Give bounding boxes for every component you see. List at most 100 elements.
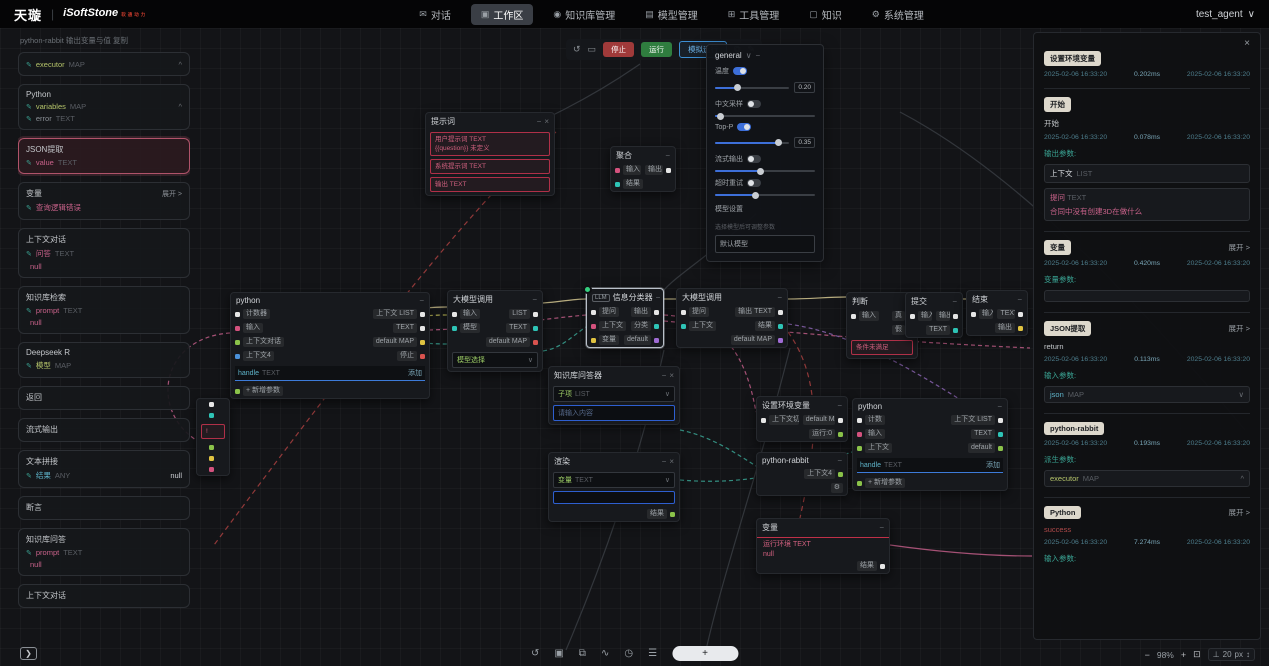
- variable-card-知识库检索[interactable]: 知识库检索✎promptTEXT null: [18, 286, 190, 334]
- node-text-input[interactable]: 请输入内容: [553, 405, 675, 421]
- port-in-dot[interactable]: [452, 326, 457, 331]
- nav-item-系统管理[interactable]: ⚙系统管理: [862, 4, 934, 25]
- nav-item-工作区[interactable]: ▣工作区: [471, 4, 534, 25]
- port-out-dot[interactable]: [666, 168, 671, 173]
- edit-icon[interactable]: ✎: [26, 472, 32, 480]
- toggle-switch[interactable]: [733, 67, 747, 75]
- port-out-dot[interactable]: [778, 310, 783, 315]
- port-in-dot[interactable]: [971, 312, 976, 317]
- close-icon[interactable]: ×: [1244, 38, 1250, 49]
- node-select[interactable]: 模型选择∨: [452, 352, 538, 368]
- node-variable[interactable]: 变量−运行环境 TEXTnull结果: [756, 518, 890, 574]
- port-out-dot[interactable]: [998, 446, 1003, 451]
- node-render[interactable]: 渲染−×变量TEXT∨结果: [548, 452, 680, 522]
- card-expand-link[interactable]: 展开 >: [162, 189, 182, 199]
- close-icon[interactable]: ×: [544, 118, 549, 126]
- port-in-dot[interactable]: [681, 310, 686, 315]
- port-out-dot[interactable]: [880, 564, 885, 569]
- node-aggregate[interactable]: 聚合−输入输出结果: [610, 146, 676, 192]
- edit-icon[interactable]: ✎: [26, 61, 32, 69]
- expand-link[interactable]: 展开 >: [1229, 323, 1250, 334]
- slider[interactable]: [715, 115, 815, 117]
- port-in-dot[interactable]: [851, 314, 856, 319]
- expand-link[interactable]: 展开 >: [1229, 242, 1250, 253]
- user-menu[interactable]: test_agent ∨: [1196, 9, 1255, 20]
- port-out-dot[interactable]: [838, 418, 843, 423]
- 停止-button[interactable]: 停止: [603, 42, 634, 57]
- port-out-dot[interactable]: [654, 338, 659, 343]
- minimize-icon[interactable]: −: [665, 152, 670, 160]
- variable-card-JSON提取[interactable]: JSON提取✎valueTEXT: [18, 138, 190, 174]
- port-out-dot[interactable]: [998, 432, 1003, 437]
- port-out-dot[interactable]: [998, 418, 1003, 423]
- nav-item-知识[interactable]: ▢知识: [799, 4, 852, 25]
- nav-item-对话[interactable]: ✉对话: [409, 4, 461, 25]
- variable-card-变量[interactable]: 变量展开 >✎查询逻辑错误: [18, 182, 190, 220]
- minimize-icon[interactable]: −: [837, 402, 842, 410]
- minimize-icon[interactable]: −: [419, 297, 424, 305]
- variable-card-返回[interactable]: 返回: [18, 386, 190, 410]
- port-in-dot[interactable]: [857, 432, 862, 437]
- layout-icon[interactable]: ▭: [588, 44, 597, 55]
- minimize-icon[interactable]: −: [777, 294, 782, 302]
- port-in-dot[interactable]: [591, 338, 596, 343]
- toggle-switch[interactable]: [747, 155, 761, 163]
- toggle-switch[interactable]: [747, 100, 761, 108]
- port-in-dot[interactable]: [591, 310, 596, 315]
- minimize-icon[interactable]: −: [756, 51, 761, 60]
- port-in-dot[interactable]: [209, 402, 214, 407]
- zoom-out-button[interactable]: −: [1145, 650, 1150, 660]
- edit-icon[interactable]: ✎: [26, 115, 32, 123]
- port-in-dot[interactable]: [591, 324, 596, 329]
- port-in-dot[interactable]: [452, 312, 457, 317]
- port-in-dot[interactable]: [910, 314, 915, 319]
- port-out-dot[interactable]: [838, 472, 843, 477]
- refresh-icon[interactable]: ↺: [573, 44, 581, 55]
- node-param-input[interactable]: handleTEXT添加: [857, 458, 1003, 473]
- close-icon[interactable]: ×: [669, 458, 674, 466]
- slider-knob[interactable]: [775, 139, 782, 146]
- flow-icon[interactable]: ∿: [601, 648, 609, 659]
- list-icon[interactable]: ☰: [648, 648, 657, 659]
- grid-size-stepper[interactable]: ⊥ 20 px ↕: [1208, 648, 1255, 661]
- node-select[interactable]: 变量TEXT∨: [553, 472, 675, 488]
- expand-link[interactable]: 展开 >: [1229, 507, 1250, 518]
- fit-view-button[interactable]: ⊡: [1193, 649, 1201, 660]
- stepper-arrows-icon[interactable]: ↕: [1246, 650, 1250, 659]
- edit-icon[interactable]: ✎: [26, 204, 32, 212]
- port-out-dot[interactable]: [420, 312, 425, 317]
- port-out-dot[interactable]: [778, 338, 783, 343]
- edit-icon[interactable]: ✎: [26, 159, 32, 167]
- port-out-dot[interactable]: [1018, 326, 1023, 331]
- variable-card[interactable]: ✎executorMAP^: [18, 52, 190, 76]
- port-out-dot[interactable]: [953, 314, 958, 319]
- node-classifier[interactable]: LLM信息分类器−提问输出上下文分类变量default: [586, 288, 664, 348]
- minimize-icon[interactable]: −: [837, 457, 842, 465]
- port-in-dot[interactable]: [681, 324, 686, 329]
- node-stack[interactable]: !: [196, 398, 230, 476]
- variable-card-Python[interactable]: Python✎variablesMAP^✎errorTEXT: [18, 84, 190, 130]
- port-out-dot[interactable]: [1018, 312, 1023, 317]
- slider[interactable]: [715, 87, 789, 89]
- edit-icon[interactable]: ✎: [26, 103, 32, 111]
- minimize-icon[interactable]: −: [537, 118, 542, 126]
- 运行-button[interactable]: 运行: [641, 42, 672, 57]
- minimize-icon[interactable]: −: [662, 372, 667, 380]
- slider[interactable]: [715, 194, 815, 196]
- slider-knob[interactable]: [757, 168, 764, 175]
- port-out-dot[interactable]: [533, 326, 538, 331]
- edit-icon[interactable]: ✎: [26, 250, 32, 258]
- edit-icon[interactable]: ✎: [26, 549, 32, 557]
- node-select[interactable]: 子项LIST∨: [553, 386, 675, 402]
- node-kb-qa[interactable]: 知识库问答器−×子项LIST∨请输入内容: [548, 366, 680, 425]
- node-python-1[interactable]: python−计数器上下文 LIST输入TEXT上下文对话default MAP…: [230, 292, 430, 399]
- toggle-switch[interactable]: [747, 179, 761, 187]
- nav-item-模型管理[interactable]: ▤模型管理: [635, 4, 708, 25]
- minimize-icon[interactable]: −: [952, 298, 957, 306]
- copy-icon[interactable]: ⧉: [579, 648, 586, 659]
- node-text-input[interactable]: [553, 491, 675, 504]
- port-in-dot[interactable]: [235, 326, 240, 331]
- minimize-icon[interactable]: −: [879, 524, 884, 532]
- port-in-dot[interactable]: [209, 445, 214, 450]
- collapse-icon[interactable]: ^: [178, 60, 182, 69]
